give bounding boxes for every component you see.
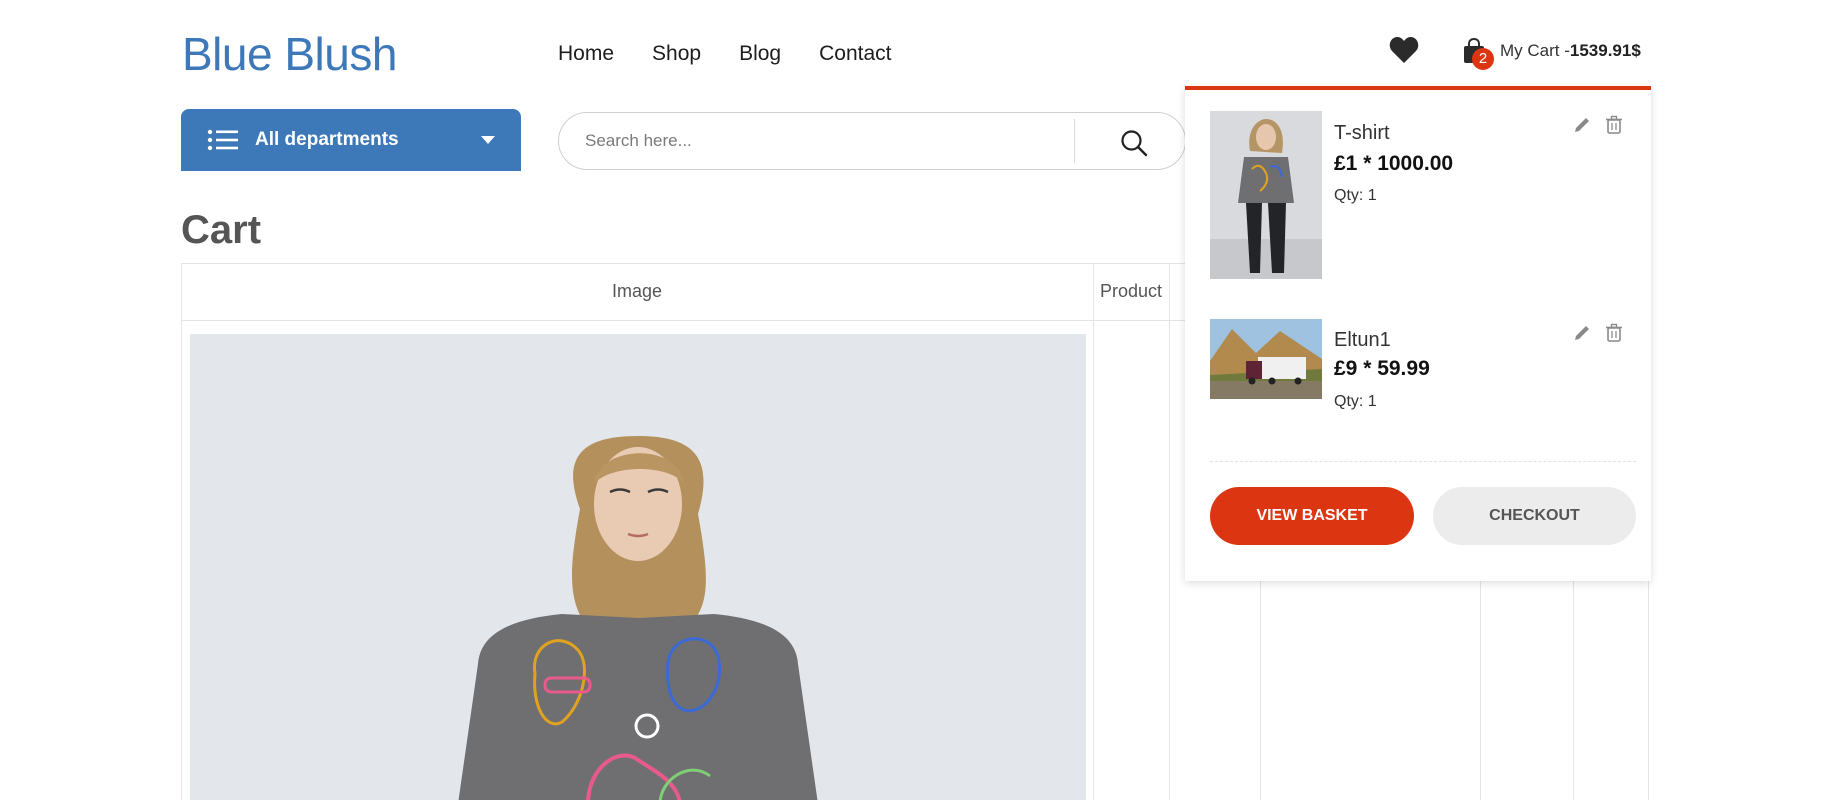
mini-cart-item: Eltun1 £9 * 59.99 Qty: 1: [1210, 319, 1628, 439]
product-image: [190, 334, 1086, 800]
search-bar: [558, 112, 1186, 170]
column-divider: [1169, 264, 1170, 800]
trash-icon[interactable]: [1604, 323, 1624, 343]
item-price: £9 * 59.99: [1334, 357, 1430, 380]
caret-down-icon: [481, 136, 495, 144]
view-basket-button[interactable]: VIEW BASKET: [1210, 487, 1414, 545]
nav-contact[interactable]: Contact: [819, 42, 891, 66]
pencil-icon[interactable]: [1572, 115, 1592, 135]
checkout-button[interactable]: CHECKOUT: [1433, 487, 1636, 545]
mini-cart-divider: [1210, 461, 1636, 462]
column-header-image: Image: [612, 281, 663, 301]
item-quantity: Qty: 1: [1334, 393, 1377, 410]
mini-cart-toggle[interactable]: 2 My Cart - 1539.91$: [1462, 37, 1641, 70]
nav-shop[interactable]: Shop: [652, 42, 701, 66]
mini-cart-dropdown: T-shirt £1 * 1000.00 Qty: 1 Eltun1 £9 * …: [1185, 86, 1651, 581]
menu-list-icon: [207, 129, 238, 151]
search-input[interactable]: [585, 131, 1065, 151]
nav-blog[interactable]: Blog: [739, 42, 781, 66]
item-thumbnail[interactable]: [1210, 111, 1322, 279]
column-divider: [1093, 264, 1094, 800]
column-header-product: Product: [1100, 281, 1163, 301]
main-nav: Home Shop Blog Contact: [558, 42, 891, 66]
item-name[interactable]: Eltun1: [1334, 329, 1391, 352]
departments-label: All departments: [255, 129, 399, 150]
cart-count-badge: 2: [1472, 48, 1494, 70]
heart-icon[interactable]: [1389, 36, 1419, 64]
pencil-icon[interactable]: [1572, 323, 1592, 343]
trash-icon[interactable]: [1604, 115, 1624, 135]
item-quantity: Qty: 1: [1334, 187, 1377, 204]
cart-total: 1539.91$: [1569, 41, 1641, 60]
search-icon[interactable]: [1119, 128, 1149, 158]
shopping-bag-icon: 2: [1462, 37, 1494, 70]
site-logo[interactable]: Blue Blush: [182, 27, 397, 81]
mini-cart-item: T-shirt £1 * 1000.00 Qty: 1: [1210, 111, 1628, 281]
all-departments-button[interactable]: All departments: [181, 109, 521, 171]
item-price: £1 * 1000.00: [1334, 152, 1454, 175]
cart-label: My Cart -: [1500, 41, 1570, 60]
item-name[interactable]: T-shirt: [1334, 122, 1390, 145]
page-title: Cart: [181, 208, 262, 252]
item-thumbnail[interactable]: [1210, 319, 1322, 399]
search-divider: [1074, 119, 1075, 163]
nav-home[interactable]: Home: [558, 42, 614, 66]
